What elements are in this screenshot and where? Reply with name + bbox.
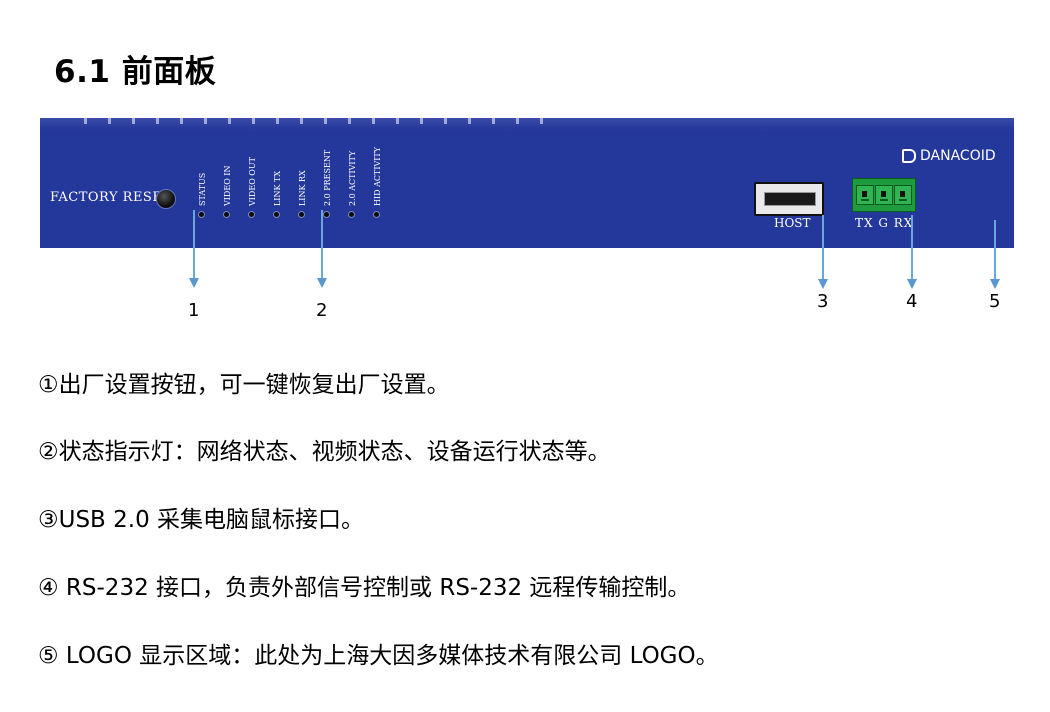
callout-number-5: 5 [989, 291, 1001, 312]
description-2: ②状态指示灯：网络状态、视频状态、设备运行状态等。 [38, 439, 611, 465]
front-panel: FACTORY RESET STATUS VIDEO IN VIDEO OUT … [40, 118, 1014, 248]
led-video-in: VIDEO IN [217, 148, 235, 218]
callout-number-4: 4 [906, 291, 918, 312]
led-indicator-icon [298, 211, 305, 218]
terminal-slot-rx [894, 185, 912, 205]
description-5: ⑤ LOGO 显示区域：此处为上海大因多媒体技术有限公司 LOGO。 [38, 643, 719, 669]
callout-number-1: 1 [188, 300, 200, 321]
logo-text: DANACOID [920, 148, 996, 164]
callout-arrow-icon [317, 278, 327, 288]
description-4: ④ RS-232 接口，负责外部信号控制或 RS-232 远程传输控制。 [38, 575, 691, 601]
callout-line-1 [193, 210, 195, 278]
callout-number-3: 3 [817, 291, 829, 312]
callout-arrow-icon [189, 278, 199, 288]
callout-number-2: 2 [316, 300, 328, 321]
led-label: 2.0 PRESENT [323, 149, 332, 206]
brand-logo: DANACOID [902, 148, 996, 164]
callout-arrow-icon [818, 279, 828, 289]
led-2-0-present: 2.0 PRESENT [317, 148, 335, 218]
led-label: 2.0 ACTIVITY [348, 150, 357, 206]
terminal-slot-tx [856, 185, 874, 205]
led-indicator-icon [248, 211, 255, 218]
factory-reset-label: FACTORY RESET [50, 190, 172, 205]
led-2-0-activity: 2.0 ACTIVITY [342, 148, 360, 218]
led-label: HID ACTIVITY [373, 146, 382, 206]
led-indicator-icon [348, 211, 355, 218]
callout-arrow-icon [990, 279, 1000, 289]
factory-reset-button [156, 189, 176, 209]
callout-line-2 [321, 210, 323, 278]
led-label: LINK RX [298, 170, 307, 206]
led-link-rx: LINK RX [292, 148, 310, 218]
led-label: LINK TX [273, 170, 282, 206]
host-label: HOST [774, 216, 811, 230]
callout-line-4 [911, 215, 913, 279]
rs232-pin-labels: TX G RX [855, 216, 914, 230]
usb-host-port-icon [754, 182, 824, 216]
usb-port-slot [764, 192, 816, 206]
led-hid-activity: HID ACTIVITY [367, 146, 385, 218]
led-indicator-icon [223, 211, 230, 218]
callout-line-5 [994, 220, 996, 279]
led-link-tx: LINK TX [267, 148, 285, 218]
terminal-slot-g [875, 185, 893, 205]
led-label: VIDEO IN [223, 165, 232, 206]
description-1: ①出厂设置按钮，可一键恢复出厂设置。 [38, 372, 450, 398]
description-3: ③USB 2.0 采集电脑鼠标接口。 [38, 507, 365, 533]
page-title: 6.1 前面板 [54, 54, 217, 90]
led-video-out: VIDEO OUT [242, 148, 260, 218]
led-status: STATUS [192, 148, 210, 218]
led-indicator-icon [273, 211, 280, 218]
callout-line-3 [822, 215, 824, 279]
led-indicator-icon [323, 211, 330, 218]
callout-arrow-icon [907, 279, 917, 289]
led-indicator-icon [373, 211, 380, 218]
led-label: STATUS [198, 172, 207, 206]
danacoid-logo-icon [902, 149, 916, 163]
led-label: VIDEO OUT [248, 157, 257, 206]
rs232-terminal-block-icon [852, 178, 916, 212]
panel-vent-ticks [84, 118, 564, 124]
led-indicator-icon [198, 211, 205, 218]
